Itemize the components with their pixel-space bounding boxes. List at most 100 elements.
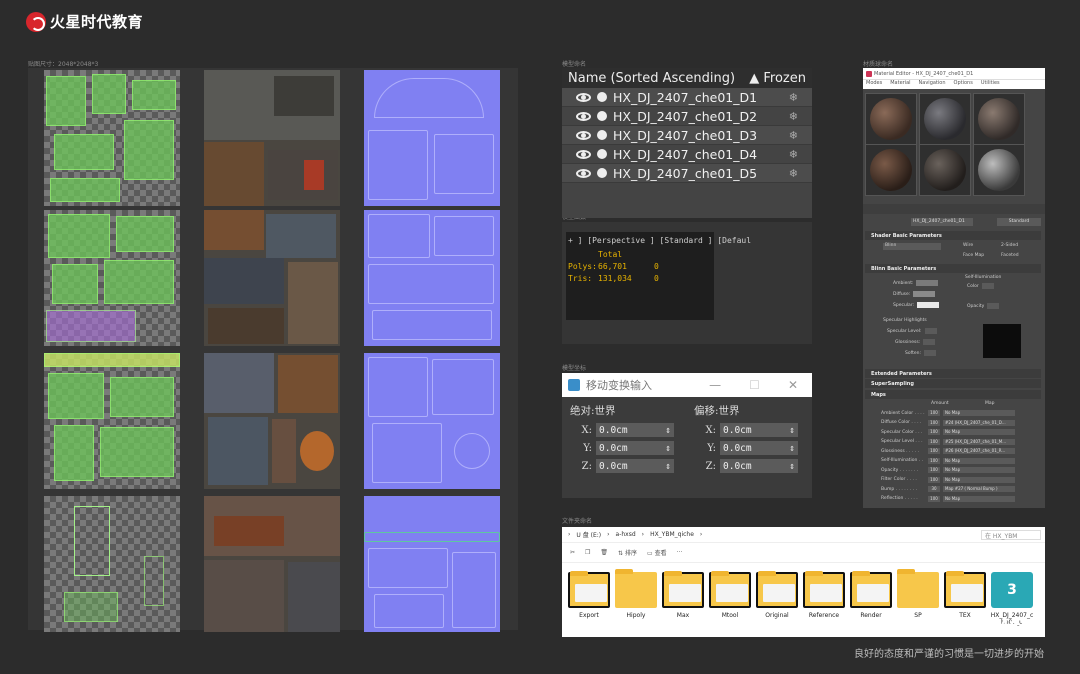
freeze-icon[interactable]: ❄ (789, 167, 798, 180)
spec-level-spinner[interactable] (924, 328, 937, 334)
folder-item[interactable]: Render (848, 571, 894, 619)
menu-item[interactable]: Options (954, 80, 973, 89)
eye-icon[interactable] (576, 149, 591, 159)
diffuse-swatch[interactable] (913, 291, 936, 297)
map-slot-button[interactable]: No Map (943, 467, 1015, 473)
menu-item[interactable]: Material (890, 80, 910, 89)
eye-icon[interactable] (576, 92, 591, 102)
map-channel-label[interactable]: Opacity . . . . . . . (881, 468, 925, 473)
outliner-row[interactable]: HX_DJ_2407_che01_D3 ❄ (562, 126, 812, 145)
blinn-basic-rollout[interactable]: Blinn Basic Parameters (865, 264, 1041, 273)
ambient-swatch[interactable] (916, 280, 939, 286)
map-slot-button[interactable]: No Map (943, 410, 1015, 416)
material-name-field[interactable]: HX_DJ_2407_che01_D1 (911, 218, 973, 226)
map-slot-button[interactable]: No Map (943, 495, 1015, 502)
material-slot-1[interactable] (865, 93, 917, 145)
map-channel-label[interactable]: Diffuse Color . . . . (881, 420, 925, 425)
object-name[interactable]: HX_DJ_2407_che01_D4 (613, 147, 757, 162)
map-slot-button[interactable]: No Map (943, 429, 1015, 435)
map-channel-label[interactable]: Reflection . . . . . (881, 496, 925, 501)
sort-name-column[interactable]: Name (Sorted Ascending) (568, 71, 735, 86)
frozen-column[interactable]: ▲ Frozen (749, 71, 806, 86)
copy-icon[interactable]: ❐ (585, 549, 590, 556)
viewport-label[interactable]: + ] [Perspective ] [Standard ] [Defaul (568, 236, 751, 245)
folder-item[interactable]: 3 MAXHX_DJ_2407_che01_0 (989, 572, 1035, 634)
freeze-icon[interactable]: ❄ (789, 110, 798, 123)
menu-item[interactable]: Modes (866, 80, 882, 89)
self-illum-spinner[interactable] (981, 283, 994, 289)
folder-item[interactable]: SP (895, 569, 941, 619)
map-amount-spinner[interactable]: 100 (928, 438, 940, 445)
map-slot-button[interactable]: No Map (943, 476, 1015, 483)
render-toggle-icon[interactable] (597, 149, 607, 159)
material-slot-6[interactable] (973, 144, 1025, 196)
breadcrumb-item[interactable]: a-hxsd (616, 531, 636, 538)
object-name[interactable]: HX_DJ_2407_che01_D3 (613, 128, 757, 143)
off-y-spinner[interactable]: 0.0cm ⇕ (720, 441, 798, 455)
eye-icon[interactable] (576, 111, 591, 121)
map-channel-label[interactable]: Glossiness . . . . . (881, 449, 925, 454)
eye-icon[interactable] (576, 168, 591, 178)
map-amount-spinner[interactable]: 100 (928, 419, 940, 426)
close-icon[interactable]: ✕ (788, 378, 798, 392)
maps-rollout[interactable]: Maps (865, 390, 1041, 399)
shader-select[interactable]: Blinn (883, 243, 941, 250)
address-bar[interactable]: › U 盘 (E:) › a-hxsd › HX_YBM_qiche › (562, 527, 1045, 543)
eye-icon[interactable] (576, 130, 591, 140)
glossiness-spinner[interactable] (923, 339, 936, 345)
folder-item[interactable]: Reference (801, 571, 847, 619)
view-button[interactable]: ▭ 查看 (647, 548, 667, 557)
map-amount-spinner[interactable]: 100 (928, 476, 940, 483)
render-toggle-icon[interactable] (597, 168, 607, 178)
face-map-checkbox[interactable]: Face Map (963, 253, 984, 258)
supersampling-rollout[interactable]: SuperSampling (865, 379, 1041, 388)
folder-item[interactable]: Original (754, 571, 800, 619)
material-slot-2[interactable] (919, 93, 971, 145)
freeze-icon[interactable]: ❄ (789, 148, 798, 161)
outliner-row[interactable]: HX_DJ_2407_che01_D1 ❄ (562, 88, 812, 107)
sort-button[interactable]: ⇅ 排序 (618, 548, 637, 557)
map-channel-label[interactable]: Specular Level . . . (881, 439, 925, 444)
extended-rollout[interactable]: Extended Parameters (865, 369, 1041, 378)
map-slot-button[interactable]: #24 (HX_DJ_2407_che_01_D... (943, 419, 1015, 426)
outliner-row[interactable]: HX_DJ_2407_che01_D4 ❄ (562, 145, 812, 164)
more-button[interactable]: ··· (677, 549, 683, 556)
delete-icon[interactable]: 🗑 (600, 549, 608, 556)
material-slot-4[interactable] (865, 144, 917, 196)
menu-item[interactable]: Utilities (981, 80, 1000, 89)
folder-item[interactable]: TEX (942, 571, 988, 619)
shader-basic-rollout[interactable]: Shader Basic Parameters (865, 231, 1041, 240)
folder-item[interactable]: Mtool (707, 571, 753, 619)
faceted-checkbox[interactable]: Faceted (1001, 253, 1019, 258)
map-slot-button[interactable]: No Map (943, 457, 1015, 464)
material-type-button[interactable]: Standard (997, 218, 1041, 226)
material-slot-3[interactable] (973, 93, 1025, 145)
outliner-row[interactable]: HX_DJ_2407_che01_D5 ❄ (562, 164, 812, 183)
render-toggle-icon[interactable] (597, 92, 607, 102)
map-channel-label[interactable]: Bump . . . . . . . . (881, 487, 925, 492)
soften-spinner[interactable] (924, 350, 937, 356)
folder-item[interactable]: Hipoly (613, 569, 659, 619)
abs-z-spinner[interactable]: 0.0cm ⇕ (596, 459, 674, 473)
map-channel-label[interactable]: Ambient Color . . . . (881, 411, 925, 416)
map-amount-spinner[interactable]: 30 (928, 486, 940, 492)
folder-item[interactable]: Export (566, 571, 612, 619)
freeze-icon[interactable]: ❄ (789, 91, 798, 104)
map-slot-button[interactable]: Map #27 ( Normal Bump ) (943, 486, 1015, 492)
map-slot-button[interactable]: #26 (HX_DJ_2407_che_01_R... (943, 448, 1015, 454)
abs-x-spinner[interactable]: 0.0cm ⇕ (596, 423, 674, 437)
map-amount-spinner[interactable]: 100 (928, 467, 940, 473)
map-channel-label[interactable]: Filter Color . . . . (881, 477, 925, 482)
map-channel-label[interactable]: Self-Illumination . . (881, 458, 925, 463)
wire-checkbox[interactable]: Wire (963, 243, 973, 248)
map-slot-button[interactable]: #25 (HX_DJ_2407_che_01_M... (943, 438, 1015, 445)
render-toggle-icon[interactable] (597, 130, 607, 140)
two-sided-checkbox[interactable]: 2-Sided (1001, 243, 1018, 248)
map-amount-spinner[interactable]: 100 (928, 448, 940, 454)
folder-item[interactable]: Max (660, 571, 706, 619)
object-name[interactable]: HX_DJ_2407_che01_D5 (613, 166, 757, 181)
object-name[interactable]: HX_DJ_2407_che01_D2 (613, 109, 757, 124)
opacity-spinner[interactable] (987, 303, 1000, 309)
material-slot-5[interactable] (919, 144, 971, 196)
menu-item[interactable]: Navigation (919, 80, 946, 89)
